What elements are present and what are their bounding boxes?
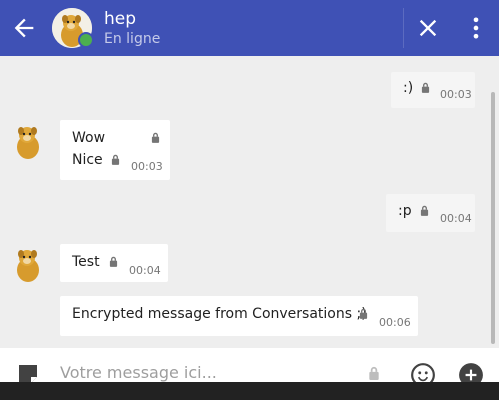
message-received[interactable]: Test 00:04	[60, 244, 168, 282]
contact-name[interactable]: hep	[104, 9, 136, 29]
message-sent[interactable]: :) 00:03	[391, 72, 475, 108]
lock-icon	[421, 82, 430, 93]
lock-icon	[420, 205, 429, 216]
message-text: Nice	[72, 152, 103, 168]
message-received[interactable]: Encrypted message from Conversations ;) …	[60, 296, 418, 336]
message-text: Encrypted message from Conversations ;)	[72, 306, 367, 322]
close-icon[interactable]	[414, 14, 442, 42]
back-arrow-icon[interactable]	[10, 14, 38, 42]
lock-icon	[151, 132, 160, 143]
message-text: Test	[72, 254, 100, 270]
message-time: 00:03	[440, 88, 472, 101]
lock-icon	[111, 154, 120, 165]
navigation-bar	[0, 382, 499, 400]
message-time: 00:04	[129, 264, 161, 277]
contact-avatar-small[interactable]	[8, 243, 48, 283]
dog-avatar-icon	[8, 243, 48, 283]
message-text: :)	[403, 80, 414, 96]
more-vert-icon[interactable]	[462, 14, 490, 42]
scrollbar-thumb[interactable]	[491, 92, 495, 344]
lock-icon[interactable]	[368, 366, 380, 380]
message-input[interactable]	[60, 360, 350, 384]
chat-header: hep En ligne	[0, 0, 499, 56]
message-list[interactable]: :) 00:03 Wow Nice 00:03:p 00:04 Test 00…	[0, 56, 499, 348]
contact-status: En ligne	[104, 31, 161, 47]
message-received[interactable]: Wow Nice 00:03	[60, 120, 170, 180]
contact-avatar[interactable]	[52, 8, 94, 48]
message-text: :p	[398, 203, 412, 219]
online-status-dot	[78, 32, 94, 48]
message-time: 00:03	[131, 160, 163, 173]
message-time: 00:06	[379, 316, 411, 329]
message-time: 00:04	[440, 212, 472, 225]
message-sent[interactable]: :p 00:04	[386, 194, 475, 232]
message-text: Wow	[72, 130, 106, 146]
dog-avatar-icon	[8, 120, 48, 160]
lock-icon	[359, 308, 368, 319]
lock-icon	[109, 256, 118, 267]
contact-avatar-small[interactable]	[8, 120, 48, 160]
header-divider	[403, 8, 404, 48]
